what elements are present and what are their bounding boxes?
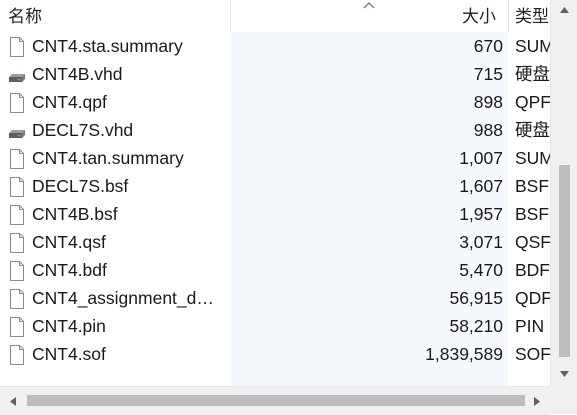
file-name: CNT4.qpf — [32, 92, 107, 112]
file-row[interactable]: CNT4B.vhd 715 硬盘 — [0, 60, 550, 88]
file-icon — [8, 37, 26, 57]
file-icon — [8, 261, 26, 281]
file-size: 1,607 — [459, 176, 503, 196]
file-icon — [8, 317, 26, 337]
file-row[interactable]: CNT4.bdf 5,470 BDF — [0, 256, 550, 284]
file-type: PIN — [515, 316, 545, 336]
file-icon — [8, 177, 26, 197]
column-divider[interactable] — [508, 0, 509, 32]
file-name: CNT4.sof — [32, 344, 106, 364]
file-name: CNT4.qsf — [32, 232, 106, 252]
file-type: BDF — [515, 260, 550, 280]
file-type: BSF — [515, 204, 550, 224]
file-icon — [8, 345, 26, 365]
scroll-right-arrow-icon[interactable] — [533, 396, 541, 407]
file-size: 5,470 — [459, 260, 503, 280]
file-size: 3,071 — [459, 232, 503, 252]
column-divider[interactable] — [230, 0, 231, 32]
file-icon — [8, 289, 26, 309]
file-row[interactable]: DECL7S.vhd 988 硬盘 — [0, 116, 550, 144]
column-header-type[interactable]: 类型 — [515, 0, 555, 32]
file-row[interactable]: CNT4.sta.summary 670 SUM — [0, 32, 550, 60]
disk-icon — [8, 65, 26, 85]
file-name: CNT4.tan.summary — [32, 148, 184, 168]
file-type: 硬盘 — [515, 64, 550, 84]
file-type: QDF — [515, 288, 550, 308]
file-icon — [8, 205, 26, 225]
column-header-row: 名称 大小 类型 — [0, 0, 550, 32]
file-icon — [8, 233, 26, 253]
file-size: 988 — [473, 120, 503, 140]
file-type: QSF — [515, 232, 550, 252]
file-icon — [8, 149, 26, 169]
file-name: CNT4.sta.summary — [32, 36, 183, 56]
column-header-name[interactable]: 名称 — [8, 0, 42, 32]
file-type: SUM — [515, 148, 550, 168]
file-row[interactable]: CNT4.qsf 3,071 QSF — [0, 228, 550, 256]
vertical-scrollbar[interactable] — [550, 0, 577, 386]
file-name: CNT4B.bsf — [32, 204, 118, 224]
horizontal-scrollbar[interactable] — [0, 386, 550, 415]
file-row[interactable]: CNT4.tan.summary 1,007 SUM — [0, 144, 550, 172]
file-name: CNT4_assignment_d… — [32, 288, 214, 308]
file-type: SOF — [515, 344, 550, 364]
disk-icon — [8, 121, 26, 141]
scroll-down-arrow-icon[interactable] — [559, 370, 570, 378]
file-name: CNT4.bdf — [32, 260, 107, 280]
file-name: CNT4B.vhd — [32, 64, 123, 84]
file-name: DECL7S.bsf — [32, 176, 129, 196]
sort-up-icon — [363, 2, 375, 9]
file-row[interactable]: CNT4.pin 58,210 PIN — [0, 312, 550, 340]
vertical-scroll-thumb[interactable] — [559, 165, 570, 357]
column-header-size[interactable]: 大小 — [396, 0, 496, 32]
file-type: QPF — [515, 92, 550, 112]
file-name: CNT4.pin — [32, 316, 106, 336]
file-row[interactable]: DECL7S.bsf 1,607 BSF — [0, 172, 550, 200]
file-size: 670 — [473, 36, 503, 56]
file-type: SUM — [515, 36, 550, 56]
file-row[interactable]: CNT4.qpf 898 QPF — [0, 88, 550, 116]
file-size: 898 — [473, 92, 503, 112]
file-row[interactable]: CNT4B.bsf 1,957 BSF — [0, 200, 550, 228]
file-icon — [8, 93, 26, 113]
file-row[interactable]: CNT4.sof 1,839,589 SOF — [0, 340, 550, 368]
file-type: 硬盘 — [515, 120, 550, 140]
file-size: 1,957 — [459, 204, 503, 224]
horizontal-scroll-thumb[interactable] — [27, 395, 525, 406]
scroll-left-arrow-icon[interactable] — [9, 396, 17, 407]
scroll-up-arrow-icon[interactable] — [559, 6, 570, 14]
file-size: 1,007 — [459, 148, 503, 168]
file-row[interactable]: CNT4_assignment_d… 56,915 QDF — [0, 284, 550, 312]
file-size: 715 — [473, 64, 503, 84]
file-type: BSF — [515, 176, 550, 196]
file-size: 56,915 — [449, 288, 503, 308]
file-name: DECL7S.vhd — [32, 120, 134, 140]
file-size: 1,839,589 — [425, 344, 503, 364]
file-size: 58,210 — [449, 316, 503, 336]
scrollbar-corner — [550, 386, 577, 414]
file-list: CNT4.sta.summary 670 SUM CNT4B.vhd 715 硬盘 CNT4… — [0, 32, 550, 368]
